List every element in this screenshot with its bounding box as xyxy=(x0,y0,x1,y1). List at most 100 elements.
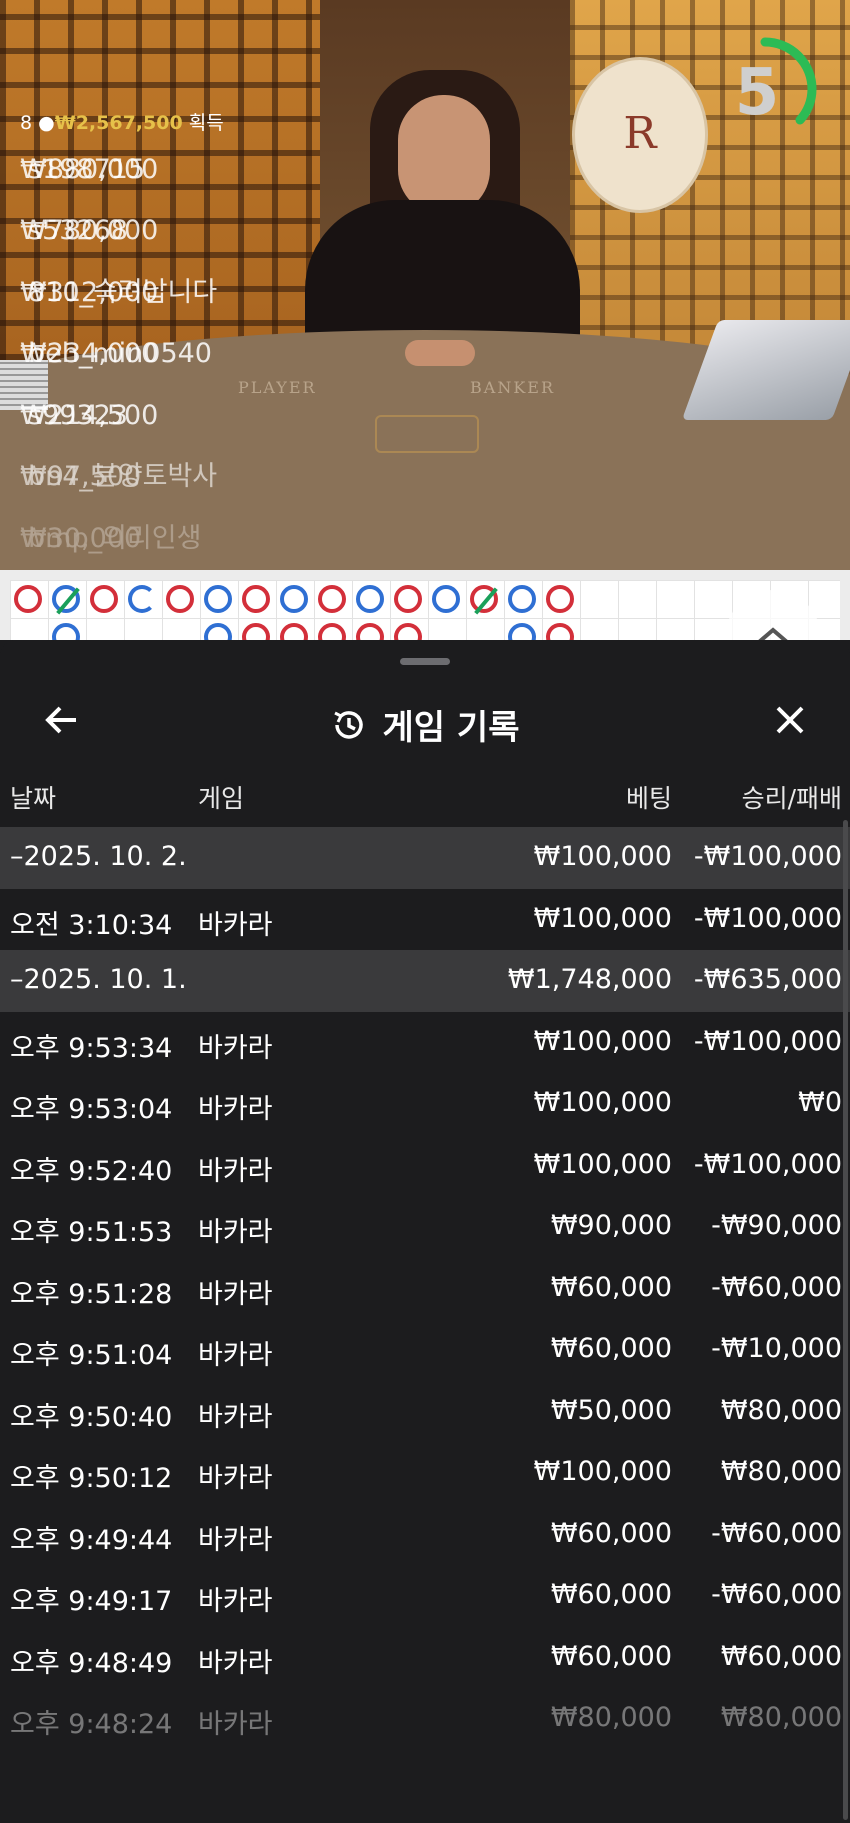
row-bet: ₩80,000 xyxy=(550,1702,672,1733)
player-bead xyxy=(52,585,80,615)
history-row: 오후 9:50:40 바카라 ₩50,000 ₩80,000 xyxy=(0,1381,850,1443)
row-winloss: -₩100,000 xyxy=(693,902,842,934)
felt-emblem xyxy=(375,415,479,453)
row-winloss: ₩0 xyxy=(798,1087,842,1118)
row-game: 바카라 xyxy=(198,1155,273,1187)
history-row: 오후 9:53:34 바카라 ₩100,000 -₩100,000 xyxy=(0,1012,850,1074)
row-bet: ₩60,000 xyxy=(550,1271,672,1303)
row-game: 바카라 xyxy=(198,1340,273,1371)
history-row: 오전 3:10:34 바카라 ₩100,000 -₩100,000 xyxy=(0,889,850,951)
row-date: 오후 9:53:04 xyxy=(10,1094,173,1125)
winner-row: ₩30,000 bmp_의리인생 xyxy=(20,509,224,570)
row-date: –2025. 10. 2. xyxy=(10,841,187,872)
dealer-face xyxy=(398,95,490,215)
history-row: 오후 9:50:12 바카라 ₩100,000 ₩80,000 xyxy=(0,1442,850,1504)
winner-name: s198715 xyxy=(28,153,146,185)
history-list[interactable]: –2025. 10. 2. ₩100,000 -₩100,000 오전 3:10:34… xyxy=(0,827,850,1750)
history-row: 오후 9:51:04 바카라 ₩60,000 -₩10,000 xyxy=(0,1319,850,1381)
winners-count: 8 xyxy=(20,112,33,134)
col-date: 날짜 xyxy=(10,784,57,813)
date-group-row[interactable]: –2025. 10. 2. ₩100,000 -₩100,000 xyxy=(0,827,850,889)
history-row: 오후 9:49:17 바카라 ₩60,000 -₩60,000 xyxy=(0,1565,850,1627)
game-history-sheet: 게임 기록 날짜 게임 베팅 승리/패배 –2025. 10. 2. ₩100,0… xyxy=(0,640,850,1823)
row-bet: ₩100,000 xyxy=(533,841,672,872)
winner-row: ₩780,000 s53268 xyxy=(20,201,224,263)
winner-row: ₩234,000 beh_min0540 xyxy=(20,324,224,386)
person-icon: ● xyxy=(38,112,55,134)
row-bet: ₩100,000 xyxy=(533,1148,672,1180)
row-bet: ₩100,000 xyxy=(533,1087,672,1118)
row-winloss: ₩60,000 xyxy=(720,1640,842,1672)
close-button[interactable] xyxy=(766,696,814,744)
banker-bead xyxy=(394,585,422,613)
row-bet: ₩60,000 xyxy=(550,1640,672,1672)
roadmap-strip[interactable] xyxy=(0,570,850,651)
row-game: 바카라 xyxy=(198,1278,273,1310)
sheet-header: 게임 기록 xyxy=(0,680,850,760)
row-date: 오후 9:53:34 xyxy=(10,1032,173,1064)
roadmap-grid xyxy=(10,580,840,651)
banker-bead xyxy=(166,585,194,613)
countdown-number: 5 xyxy=(734,56,780,130)
col-winloss: 승리/패배 xyxy=(741,784,842,813)
row-game: 바카라 xyxy=(198,1463,273,1494)
winners-summary: 8 ●₩2,567,500 획득 xyxy=(20,108,224,140)
player-bead xyxy=(280,585,308,613)
winner-name: bn4_분양토박사 xyxy=(28,461,218,493)
row-date: 오후 9:50:40 xyxy=(10,1401,173,1433)
scrollbar[interactable] xyxy=(843,820,848,1820)
row-date: 오후 9:48:24 xyxy=(10,1709,173,1740)
row-bet: ₩90,000 xyxy=(550,1210,672,1241)
winner-row: ₩214,500 s99323 xyxy=(20,386,224,448)
banker-bead xyxy=(470,585,498,615)
history-row: 오후 9:51:53 바카라 ₩90,000 -₩90,000 xyxy=(0,1196,850,1258)
winners-list: 8 ●₩2,567,500 획득 ₩880,000 s198715 ₩780,000… xyxy=(20,108,224,570)
row-date: 오후 9:51:28 xyxy=(10,1278,173,1310)
row-game: 바카라 xyxy=(198,1524,273,1556)
winners-total: ₩2,567,500 xyxy=(54,112,183,134)
history-row: 오후 9:51:28 바카라 ₩60,000 -₩60,000 xyxy=(0,1258,850,1320)
row-winloss: -₩60,000 xyxy=(711,1579,842,1610)
row-bet: ₩100,000 xyxy=(533,1025,672,1057)
row-game: 바카라 xyxy=(198,1647,273,1679)
row-bet: ₩100,000 xyxy=(533,1456,672,1487)
row-winloss: -₩10,000 xyxy=(711,1333,842,1364)
row-date: 오후 9:51:53 xyxy=(10,1217,173,1248)
row-game: 바카라 xyxy=(198,1401,273,1433)
banker-bead xyxy=(546,585,574,613)
row-game: 바카라 xyxy=(198,1586,273,1617)
winner-name: s53268 xyxy=(28,215,128,247)
row-game: 바카라 xyxy=(198,1217,273,1248)
sheet-drag-handle[interactable] xyxy=(400,658,450,665)
winner-row: ₩880,000 s198715 xyxy=(20,140,224,202)
row-winloss: -₩90,000 xyxy=(711,1210,842,1241)
sheet-title-text: 게임 기록 xyxy=(382,708,520,748)
row-game: 바카라 xyxy=(198,1709,273,1740)
player-bead xyxy=(508,585,536,613)
row-date: 오후 9:48:49 xyxy=(10,1647,173,1679)
row-game: 바카라 xyxy=(198,1094,273,1125)
row-game: 바카라 xyxy=(198,909,273,941)
col-game: 게임 xyxy=(198,784,245,813)
close-icon xyxy=(776,706,804,734)
player-bead xyxy=(128,585,156,613)
tie-mark xyxy=(474,587,498,615)
history-row: 오후 9:52:40 바카라 ₩100,000 -₩100,000 xyxy=(0,1135,850,1197)
winners-suffix: 획득 xyxy=(188,112,224,134)
column-header: 날짜 게임 베팅 승리/패배 xyxy=(0,775,850,815)
row-winloss: -₩100,000 xyxy=(693,841,842,872)
player-bead xyxy=(204,585,232,613)
date-group-row[interactable]: –2025. 10. 1. ₩1,748,000 -₩635,000 xyxy=(0,950,850,1012)
tie-mark xyxy=(56,587,80,615)
row-game: 바카라 xyxy=(198,1032,273,1064)
row-winloss: ₩80,000 xyxy=(720,1456,842,1487)
history-row: 오후 9:49:44 바카라 ₩60,000 -₩60,000 xyxy=(0,1504,850,1566)
player-bead xyxy=(432,585,460,613)
row-winloss: -₩635,000 xyxy=(693,964,842,995)
row-winloss: ₩80,000 xyxy=(720,1702,842,1733)
row-winloss: ₩80,000 xyxy=(720,1394,842,1426)
winner-name: 810_숙려납니다 xyxy=(28,276,218,308)
banker-bead xyxy=(318,585,346,613)
row-date: 오후 9:50:12 xyxy=(10,1463,173,1494)
row-date: 오전 3:10:34 xyxy=(10,909,173,941)
